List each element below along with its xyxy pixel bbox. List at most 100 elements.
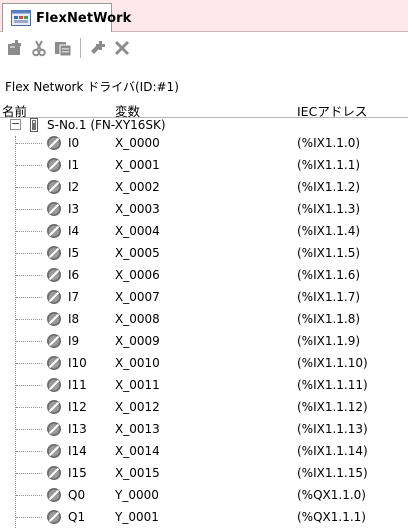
io-point-icon [46,399,62,415]
io-point-name: I10 [68,356,87,370]
io-point-variable: X_0014 [115,444,160,458]
io-point-row[interactable]: I13 X_0013 (%IX1.1.13) [0,418,408,440]
io-point-row[interactable]: I14 X_0014 (%IX1.1.14) [0,440,408,462]
io-point-row[interactable]: I8 X_0008 (%IX1.1.8) [0,308,408,330]
io-point-iec-address: (%QX1.1.1) [297,510,366,524]
io-point-variable: X_0013 [115,422,160,436]
toolbar-separator [80,38,81,58]
delete-icon[interactable] [111,37,133,59]
io-point-row[interactable]: I0 X_0000 (%IX1.1.0) [0,132,408,154]
io-point-variable: X_0000 [115,136,160,150]
io-point-name: I0 [68,136,80,150]
io-point-iec-address: (%IX1.1.3) [297,202,361,216]
io-point-icon [46,223,62,239]
io-point-icon [46,267,62,283]
add-icon[interactable] [87,37,109,59]
io-point-icon [46,443,62,459]
io-point-row[interactable]: I12 X_0012 (%IX1.1.12) [0,396,408,418]
io-point-iec-address: (%IX1.1.7) [297,290,361,304]
tree-branch-line [16,143,42,144]
io-point-iec-address: (%IX1.1.1) [297,158,361,172]
io-point-name: I6 [68,268,80,282]
io-point-iec-address: (%IX1.1.12) [297,400,368,414]
io-point-iec-address: (%IX1.1.10) [297,356,368,370]
new-icon[interactable] [4,37,26,59]
io-point-icon [46,179,62,195]
io-point-variable: X_0007 [115,290,160,304]
io-point-icon [46,135,62,151]
io-point-row[interactable]: I3 X_0003 (%IX1.1.3) [0,198,408,220]
copy-icon[interactable] [52,37,74,59]
io-point-variable: Y_0000 [115,488,159,502]
io-point-name: I1 [68,158,80,172]
io-point-iec-address: (%IX1.1.5) [297,246,361,260]
device-module-icon [30,118,38,132]
io-point-icon [46,201,62,217]
io-point-name: I9 [68,334,80,348]
io-point-row[interactable]: Q0 Y_0000 (%QX1.1.0) [0,484,408,506]
io-point-variable: X_0011 [115,378,160,392]
io-point-iec-address: (%IX1.1.6) [297,268,361,282]
io-point-variable: X_0015 [115,466,160,480]
io-point-variable: X_0009 [115,334,160,348]
io-point-variable: X_0008 [115,312,160,326]
io-point-icon [46,245,62,261]
io-point-variable: X_0005 [115,246,160,260]
io-point-icon [46,509,62,525]
io-point-icon [46,487,62,503]
tree-branch-line [16,363,42,364]
io-point-row[interactable]: I10 X_0010 (%IX1.1.10) [0,352,408,374]
flexnetwork-app-icon [11,10,31,26]
tree-branch-line [16,187,42,188]
io-point-variable: X_0001 [115,158,160,172]
io-point-row[interactable]: I4 X_0004 (%IX1.1.4) [0,220,408,242]
io-point-icon [46,377,62,393]
io-point-icon [46,421,62,437]
tree-branch-line [16,275,42,276]
io-point-row[interactable]: Q1 Y_0001 (%QX1.1.1) [0,506,408,528]
collapse-icon[interactable]: − [10,118,21,130]
tree-branch-line [16,495,42,496]
cut-icon[interactable] [28,37,50,59]
io-point-iec-address: (%IX1.1.11) [297,378,368,392]
tree-root-label: S-No.1 (FN-XY16SK) [47,118,166,132]
io-point-name: I12 [68,400,87,414]
io-point-icon [46,333,62,349]
io-point-row[interactable]: I9 X_0009 (%IX1.1.9) [0,330,408,352]
io-point-iec-address: (%IX1.1.0) [297,136,361,150]
tree-branch-line [16,165,42,166]
tree-root-node[interactable]: − S-No.1 (FN-XY16SK) [0,118,408,132]
tab-flexnetwork[interactable]: FlexNetWork [2,3,131,32]
io-point-row[interactable]: I5 X_0005 (%IX1.1.5) [0,242,408,264]
io-point-row[interactable]: I1 X_0001 (%IX1.1.1) [0,154,408,176]
io-point-name: I15 [68,466,87,480]
io-point-row[interactable]: I15 X_0015 (%IX1.1.15) [0,462,408,484]
io-point-variable: X_0002 [115,180,160,194]
io-point-name: I3 [68,202,80,216]
tree-branch-line [16,319,42,320]
tree-branch-line [16,473,42,474]
io-point-row[interactable]: I11 X_0011 (%IX1.1.11) [0,374,408,396]
tree-branch-line [16,341,42,342]
io-point-row[interactable]: I2 X_0002 (%IX1.1.2) [0,176,408,198]
io-point-iec-address: (%IX1.1.13) [297,422,368,436]
io-point-iec-address: (%IX1.1.15) [297,466,368,480]
io-point-variable: X_0004 [115,224,160,238]
io-point-iec-address: (%IX1.1.4) [297,224,361,238]
io-point-name: I7 [68,290,80,304]
toolbar [0,33,408,63]
io-point-name: I4 [68,224,80,238]
io-point-icon [46,355,62,371]
tree-branch-line [16,385,42,386]
io-point-name: I11 [68,378,87,392]
io-point-row[interactable]: I6 X_0006 (%IX1.1.6) [0,264,408,286]
io-point-iec-address: (%IX1.1.2) [297,180,361,194]
io-point-row[interactable]: I7 X_0007 (%IX1.1.7) [0,286,408,308]
io-point-name: I5 [68,246,80,260]
tree-branch-line [16,209,42,210]
tree-branch-line [16,297,42,298]
tree-branch-line [16,407,42,408]
io-point-variable: X_0006 [115,268,160,282]
tree-branch-line [16,451,42,452]
io-point-name: I14 [68,444,87,458]
